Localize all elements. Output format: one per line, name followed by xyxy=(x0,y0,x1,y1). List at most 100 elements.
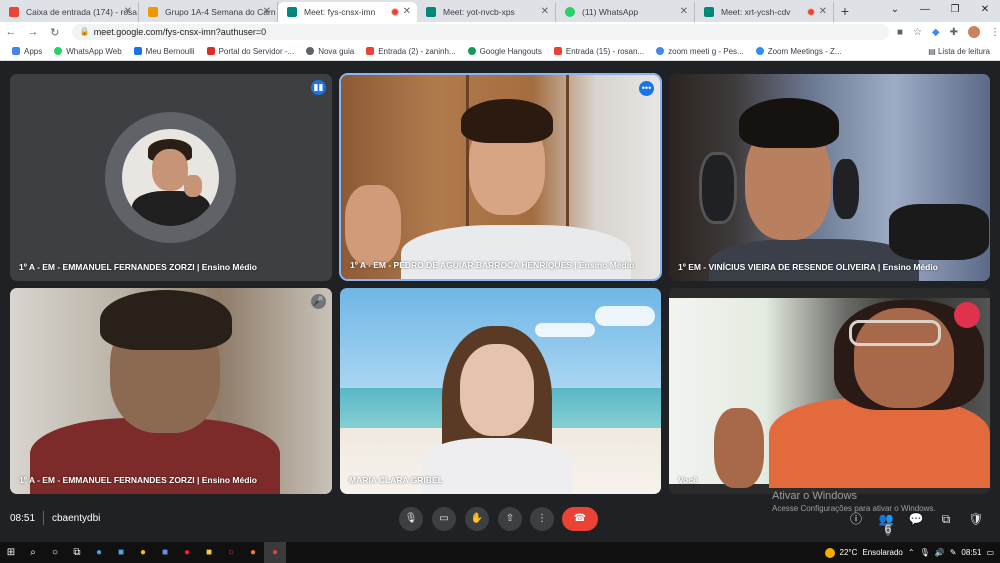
close-tab-icon[interactable]: ✕ xyxy=(819,2,827,22)
restore-icon[interactable]: ❐ xyxy=(940,0,970,22)
present-screen-button[interactable]: ⇧ xyxy=(498,507,522,531)
bookmark-whatsapp[interactable]: WhatsApp Web xyxy=(54,47,122,56)
pen-icon[interactable]: ✎ xyxy=(950,548,957,557)
edge-icon[interactable]: ● xyxy=(88,542,110,563)
camera-icon: ▭ xyxy=(439,513,449,524)
search-icon[interactable]: ⌕ xyxy=(22,542,44,563)
close-tab-icon[interactable]: ✕ xyxy=(124,2,132,22)
tab-whatsapp[interactable]: (11) WhatsApp ✕ xyxy=(556,2,695,22)
host-controls-icon[interactable]: 🛡 xyxy=(966,510,986,528)
participant-tile[interactable]: MARIA CLARA GRIBEL xyxy=(340,288,661,494)
camera-toggle-button[interactable]: ▭ xyxy=(432,507,456,531)
forward-icon[interactable]: → xyxy=(22,26,44,38)
whatsapp-icon xyxy=(565,7,575,17)
camera-in-use-icon[interactable]: ■ xyxy=(897,27,903,38)
hand-icon: ✋ xyxy=(470,513,484,524)
bookmark-hangouts[interactable]: Google Hangouts xyxy=(467,47,542,56)
hangouts-icon xyxy=(467,47,476,55)
raise-hand-button[interactable]: ✋ xyxy=(465,507,489,531)
participant-count-badge: 6 xyxy=(884,522,892,536)
mic-tray-icon[interactable]: 🎙 xyxy=(920,548,930,557)
microphone-toggle-button[interactable]: 🎙 xyxy=(399,507,423,531)
close-window-icon[interactable]: ✕ xyxy=(970,0,1000,22)
minimize-icon[interactable]: — xyxy=(910,0,940,22)
back-icon[interactable]: ← xyxy=(0,26,22,38)
tab-title: Caixa de entrada (174) - rosa xyxy=(26,7,138,17)
bookmark-entrada-15[interactable]: Entrada (15) - rosan... xyxy=(553,47,644,56)
person-shirt xyxy=(401,225,631,279)
chrome-active-icon[interactable]: ● xyxy=(264,542,286,563)
tab-meet-2[interactable]: Meet: yot-nvcb-xps ✕ xyxy=(417,2,556,22)
store-icon[interactable]: ■ xyxy=(110,542,132,563)
leave-call-button[interactable]: ☎ xyxy=(562,507,598,531)
windows-activation-watermark: Ativar o Windows Acesse Configurações pa… xyxy=(772,490,936,513)
headphones-icon xyxy=(699,152,737,224)
lock-icon: 🔒 xyxy=(79,27,90,36)
muted-mic-icon: 🎤 xyxy=(311,294,326,309)
activities-icon[interactable]: ⧉ xyxy=(936,510,956,528)
close-tab-icon[interactable]: ✕ xyxy=(263,2,271,22)
menu-kebab-icon[interactable]: ⋮ xyxy=(990,27,1000,38)
reading-list-icon: ▤ xyxy=(928,47,938,56)
meet-icon xyxy=(426,7,436,17)
bookmark-zoom-meetings[interactable]: Zoom Meetings - Z... xyxy=(755,47,842,56)
profile-avatar[interactable] xyxy=(968,26,980,38)
whatsapp-icon xyxy=(54,47,63,55)
bookmark-entrada-2[interactable]: Entrada (2) - zaninh... xyxy=(366,47,456,56)
flower-accessory xyxy=(954,302,980,328)
close-tab-icon[interactable]: ✕ xyxy=(403,2,411,22)
participant-tile[interactable]: ▮▮ 1º A - EM - EMMANUEL FERNANDES ZORZI … xyxy=(10,74,332,281)
tab-gmail-inbox[interactable]: Caixa de entrada (174) - rosa ✕ xyxy=(0,2,139,22)
windows-start-icon[interactable]: ⊞ xyxy=(0,542,22,563)
participant-tile[interactable]: 🎤 1º A - EM - EMMANUEL FERNANDES ZORZI |… xyxy=(10,288,332,494)
word-icon[interactable]: ■ xyxy=(154,542,176,563)
tab-meet-3[interactable]: Meet: xrt-ycsh-cdv ✕ xyxy=(695,2,834,22)
bookmark-nova-guia[interactable]: Nova guia xyxy=(306,47,354,56)
task-view-icon[interactable]: ⧉ xyxy=(66,542,88,563)
opera-gx-icon[interactable]: ○ xyxy=(220,542,242,563)
present-icon: ⇧ xyxy=(505,513,515,524)
extensions-puzzle-icon[interactable]: ✚ xyxy=(950,27,958,38)
gmail-icon xyxy=(366,47,375,55)
person-hair xyxy=(461,99,553,143)
notifications-icon[interactable]: ▭ xyxy=(986,548,994,557)
new-tab-button[interactable]: + xyxy=(834,2,856,22)
reading-list-button[interactable]: ▤ Lista de leitura xyxy=(928,42,990,61)
opera-icon[interactable]: ● xyxy=(176,542,198,563)
tab-grupo[interactable]: Grupo 1A-4 Semana do Carn ✕ xyxy=(139,2,278,22)
extension-icon[interactable]: ◆ xyxy=(932,27,940,38)
more-options-button[interactable]: ⋮ xyxy=(530,507,554,531)
bookmark-zoom-search[interactable]: zoom meeti g - Pes... xyxy=(656,47,744,56)
url-input[interactable]: 🔒 meet.google.com/fys-cnsx-imn?authuser=… xyxy=(71,24,889,40)
tab-title: Grupo 1A-4 Semana do Carn xyxy=(165,7,276,17)
chevron-up-icon[interactable]: ⌃ xyxy=(908,548,915,557)
firefox-icon[interactable]: ● xyxy=(242,542,264,563)
taskbar-clock[interactable]: 08:51 xyxy=(961,548,981,557)
cortana-icon[interactable]: ○ xyxy=(44,542,66,563)
reload-icon[interactable]: ↻ xyxy=(44,26,66,39)
more-options-icon[interactable]: ••• xyxy=(639,81,654,96)
bookmark-apps[interactable]: Apps xyxy=(12,47,42,56)
avatar-shirt xyxy=(132,191,210,226)
system-tray: 22°C Ensolarado ⌃ 🎙 🔊 ✎ 08:51 ▭ xyxy=(824,542,994,563)
person-shirt xyxy=(422,438,572,494)
person-hand xyxy=(714,408,764,488)
participant-tile[interactable]: ••• 1º A - EM - PEDRO DE AGUIAR BARROCA … xyxy=(339,73,662,281)
gmail-icon xyxy=(553,47,562,55)
close-tab-icon[interactable]: ✕ xyxy=(541,2,549,22)
tab-search-icon[interactable]: ⌄ xyxy=(880,0,910,22)
gmail-icon xyxy=(9,7,19,17)
self-view-tile[interactable]: Você xyxy=(669,288,990,494)
bookmark-star-icon[interactable]: ☆ xyxy=(913,27,922,38)
volume-icon[interactable]: 🔊 xyxy=(935,548,945,557)
watermark-subtitle: Acesse Configurações para ativar o Windo… xyxy=(772,504,936,513)
participant-tile[interactable]: 1º EM - VINÍCIUS VIEIRA DE RESENDE OLIVE… xyxy=(669,74,990,281)
file-explorer-icon[interactable]: ■ xyxy=(198,542,220,563)
tab-meet-active[interactable]: Meet: fys-cnsx-imn ✕ xyxy=(278,2,417,22)
close-tab-icon[interactable]: ✕ xyxy=(680,2,688,22)
chrome-icon[interactable]: ● xyxy=(132,542,154,563)
google-icon xyxy=(656,47,665,55)
bookmark-bernoulli[interactable]: Meu Bernoulli xyxy=(133,47,195,56)
avatar-face xyxy=(152,149,188,191)
bookmark-portal[interactable]: Portal do Servidor -... xyxy=(206,47,294,56)
